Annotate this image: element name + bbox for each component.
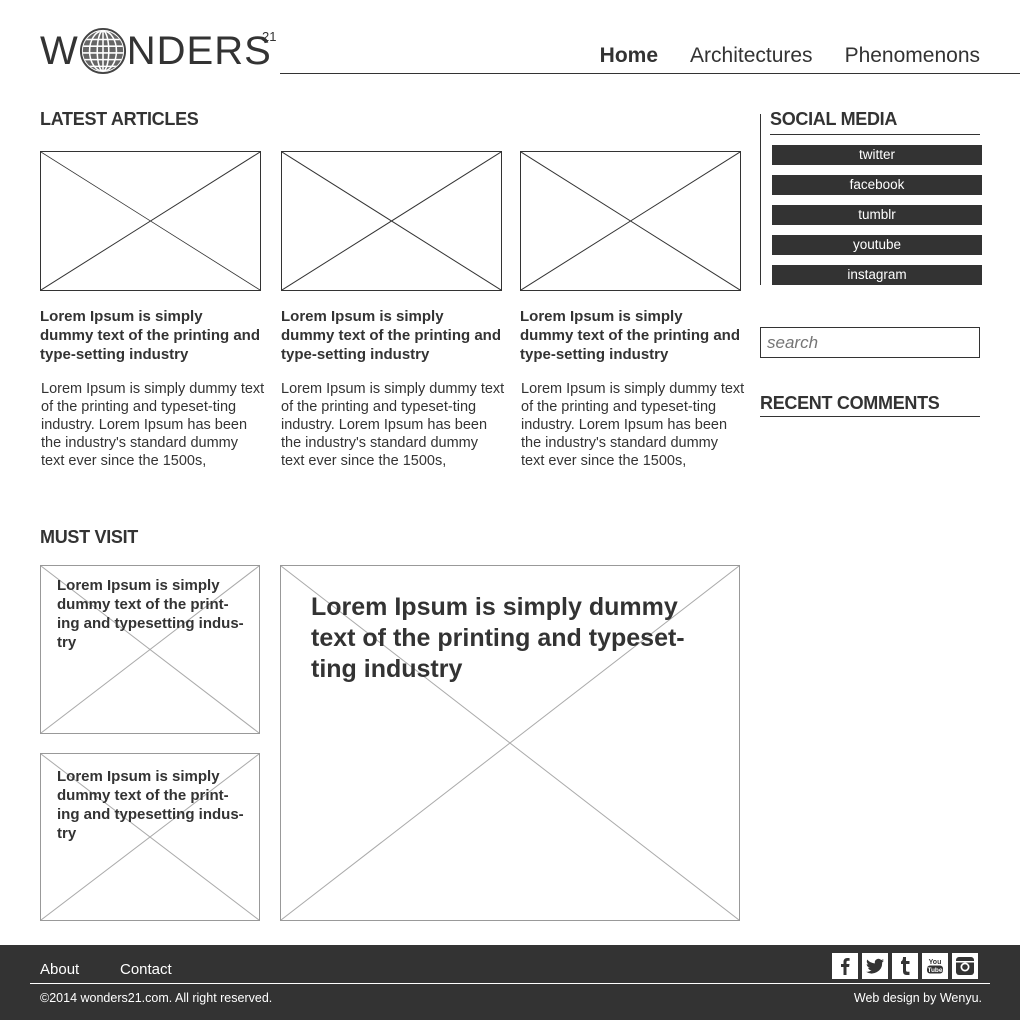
article-excerpt: Lorem Ipsum is simply dummy text of the … (521, 381, 745, 469)
image-placeholder-icon (41, 152, 260, 290)
logo-text-left: W (40, 29, 79, 73)
footer-divider (30, 983, 990, 984)
article-image[interactable] (520, 151, 741, 291)
nav-divider (280, 73, 1020, 74)
footer-about-link[interactable]: About (40, 961, 79, 978)
youtube-icon[interactable]: You Tube (922, 953, 948, 979)
recent-comments-heading: RECENT COMMENTS (760, 393, 940, 413)
social-media-heading: SOCIAL MEDIA (770, 109, 898, 129)
featured-title: Lorem Ipsum is simply dummy text of the … (311, 593, 685, 683)
article-image[interactable] (281, 151, 502, 291)
copyright-text: ©2014 wonders21.com. All right reserved. (40, 991, 273, 1005)
instagram-icon[interactable] (952, 953, 978, 979)
article-excerpt: Lorem Ipsum is simply dummy text of the … (281, 381, 505, 469)
tumblr-icon[interactable] (892, 953, 918, 979)
must-visit-card[interactable]: Lorem Ipsum is simply dummy text of the … (40, 565, 260, 734)
search-input[interactable] (760, 327, 980, 358)
main-nav: Home Architectures Phenomenons (600, 44, 980, 68)
tumblr-button[interactable]: tumblr (772, 205, 982, 225)
nav-architectures[interactable]: Architectures (690, 44, 813, 68)
site-footer: About Contact You Tube ©2014 wonders21.co… (0, 945, 1020, 1020)
nav-phenomenons[interactable]: Phenomenons (845, 44, 980, 68)
latest-articles-heading: LATEST ARTICLES (40, 109, 199, 129)
design-credit: Web design by Wenyu. (853, 991, 982, 1005)
must-visit-title: Lorem Ipsum is simply dummy text of the … (57, 768, 244, 842)
image-placeholder-icon (282, 152, 501, 290)
logo-text-right: NDERS (126, 29, 272, 73)
twitter-icon[interactable] (862, 953, 888, 979)
article-title[interactable]: Lorem Ipsum is simply dummy text of the … (520, 307, 740, 364)
logo-superscript: 21 (262, 29, 277, 44)
sidebar-divider (760, 114, 761, 285)
site-logo[interactable]: W NDERS 21 (40, 27, 276, 75)
article-title[interactable]: Lorem Ipsum is simply dummy text of the … (40, 307, 260, 364)
must-visit-card[interactable]: Lorem Ipsum is simply dummy text of the … (40, 753, 260, 921)
footer-social-icons: You Tube (832, 953, 978, 979)
globe-icon (79, 27, 126, 75)
must-visit-title: Lorem Ipsum is simply dummy text of the … (57, 577, 244, 651)
svg-text:Tube: Tube (927, 967, 942, 974)
article-image[interactable] (40, 151, 261, 291)
image-placeholder-icon (521, 152, 740, 290)
youtube-button[interactable]: youtube (772, 235, 982, 255)
article-excerpt: Lorem Ipsum is simply dummy text of the … (41, 381, 265, 469)
must-visit-featured-card[interactable]: Lorem Ipsum is simply dummy text of the … (280, 565, 740, 921)
recent-comments-rule (760, 416, 980, 417)
twitter-button[interactable]: twitter (772, 145, 982, 165)
facebook-button[interactable]: facebook (772, 175, 982, 195)
nav-home[interactable]: Home (600, 44, 658, 68)
article-title[interactable]: Lorem Ipsum is simply dummy text of the … (281, 307, 501, 364)
facebook-icon[interactable] (832, 953, 858, 979)
social-heading-rule (770, 134, 980, 135)
svg-text:You: You (929, 959, 942, 966)
must-visit-heading: MUST VISIT (40, 527, 139, 547)
instagram-button[interactable]: instagram (772, 265, 982, 285)
footer-contact-link[interactable]: Contact (120, 961, 172, 978)
